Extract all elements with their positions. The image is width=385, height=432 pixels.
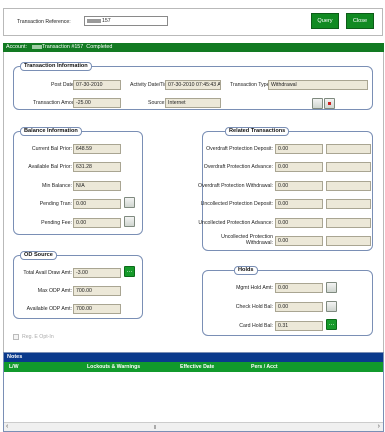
transaction-reference-value: 157: [102, 18, 111, 24]
od-source-ellipsis-button[interactable]: …: [124, 266, 135, 277]
related-row-label: Uncollected Protection Deposit:: [200, 201, 273, 207]
transaction-reference-label: Transaction Reference:: [17, 19, 71, 25]
od-row-label: Total Avail Draw Amt:: [23, 270, 72, 276]
balance-row-value: 0.00: [73, 199, 121, 209]
related-row-label: Uncollected Protection Advance:: [198, 220, 273, 226]
notes-title: Notes: [7, 354, 23, 360]
related-row-extra: [326, 162, 371, 172]
od-row-value: -3.00: [73, 268, 121, 278]
transaction-type-label: Transaction Type:: [230, 82, 271, 88]
account-header-bar: Account: Transaction #157 Completed: [3, 43, 384, 52]
related-row-value: 0.00: [275, 181, 323, 191]
source-label: Source:: [148, 100, 166, 106]
od-row-label: Max ODP Amt:: [37, 288, 72, 294]
related-row-label: Overdraft Protection Advance:: [203, 164, 273, 170]
transaction-type-field: Withdrawal: [268, 80, 368, 90]
related-row-label: Overdraft Protection Deposit:: [206, 146, 273, 152]
scroll-left-icon[interactable]: ‹: [6, 423, 8, 430]
notes-col-header[interactable]: Pers / Acct: [251, 364, 278, 370]
txn-detail-nav-button[interactable]: [312, 98, 323, 109]
notes-col-header[interactable]: L/W: [9, 364, 19, 370]
card-hold-ellipsis-button[interactable]: …: [326, 319, 337, 330]
related-row-value: 0.00: [275, 162, 323, 172]
related-row-extra: [326, 236, 371, 246]
notes-header-row: L/W Lockouts & Warnings Effective Date P…: [4, 362, 383, 372]
holds-row-label: Check Hold Bal:: [235, 304, 273, 310]
balance-row-label: Pending Fee:: [41, 220, 72, 226]
balance-row-label: Min Balance:: [42, 183, 72, 189]
notes-body: [4, 372, 383, 422]
balance-row-value: N/A: [73, 181, 121, 191]
related-row-extra: [326, 199, 371, 209]
balance-row-label: Pending Tran:: [39, 201, 72, 207]
post-date-label: Post Date:: [51, 82, 76, 88]
transaction-info-title: Transaction Information: [20, 62, 92, 71]
holds-row-value: 0.00: [275, 302, 323, 312]
source-field: Internet: [165, 98, 221, 108]
notes-col-header[interactable]: Lockouts & Warnings: [87, 364, 140, 370]
mgmt-hold-detail-button[interactable]: [326, 282, 337, 293]
related-row-extra: [326, 218, 371, 228]
balance-row-value: 0.00: [73, 218, 121, 228]
txn-detail-extra-button[interactable]: [324, 98, 335, 109]
od-row-value: 700.00: [73, 286, 121, 296]
balance-row-value: 631.28: [73, 162, 121, 172]
redacted-block: [87, 19, 101, 23]
notes-title-bar: Notes: [4, 353, 383, 362]
reg-e-checkbox[interactable]: [13, 334, 19, 340]
balance-row-value: 648.59: [73, 144, 121, 154]
top-toolbar: Transaction Reference: 157 Query Close: [0, 0, 385, 40]
scroll-thumb[interactable]: [154, 425, 156, 429]
pending-fee-detail-button[interactable]: [124, 216, 135, 227]
od-row-label: Available ODP Amt:: [26, 306, 72, 312]
related-row-extra: [326, 181, 371, 191]
scroll-right-icon[interactable]: ›: [378, 423, 380, 430]
related-row-label: Overdraft Protection Withdrawal:: [198, 183, 273, 189]
post-date-field: 07-30-2010: [73, 80, 121, 90]
holds-row-value: 0.31: [275, 321, 323, 331]
small-marker-icon: [328, 102, 331, 105]
notes-horizontal-scrollbar[interactable]: ‹ ›: [4, 422, 383, 431]
od-row-value: 700.00: [73, 304, 121, 314]
related-row-label: Uncollected Protection Withdrawal:: [221, 234, 273, 246]
balance-info-title: Balance Information: [20, 127, 82, 136]
transaction-reference-input[interactable]: 157: [84, 16, 168, 26]
related-row-value: 0.00: [275, 144, 323, 154]
od-source-title: OD Source: [20, 251, 57, 260]
holds-title: Holds: [234, 266, 258, 275]
related-row-value: 0.00: [275, 218, 323, 228]
transaction-amount-field: -25.00: [73, 98, 121, 108]
related-row-value: 0.00: [275, 199, 323, 209]
related-row-extra: [326, 144, 371, 154]
holds-row-label: Mgmt Hold Amt:: [236, 285, 273, 291]
activity-datetime-field: 07-30-2010 07:45:43 AM: [165, 80, 221, 90]
reg-e-label: Reg. E Opt-In: [22, 334, 54, 340]
close-button[interactable]: Close: [346, 13, 374, 29]
holds-row-label: Card Hold Bal:: [239, 323, 273, 329]
related-row-value: 0.00: [275, 236, 323, 246]
balance-row-label: Current Bal Prior:: [31, 146, 72, 152]
notes-col-header[interactable]: Effective Date: [180, 364, 214, 370]
query-button[interactable]: Query: [311, 13, 339, 29]
balance-row-label: Available Bal Prior:: [28, 164, 72, 170]
account-header-text: Account: Transaction #157 Completed: [6, 44, 113, 50]
pending-tran-detail-button[interactable]: [124, 197, 135, 208]
notes-panel: Notes L/W Lockouts & Warnings Effective …: [3, 352, 384, 432]
related-transactions-title: Related Transactions: [225, 127, 290, 136]
redacted-block: [32, 45, 42, 49]
check-hold-detail-button[interactable]: [326, 301, 337, 312]
holds-row-value: 0.00: [275, 283, 323, 293]
